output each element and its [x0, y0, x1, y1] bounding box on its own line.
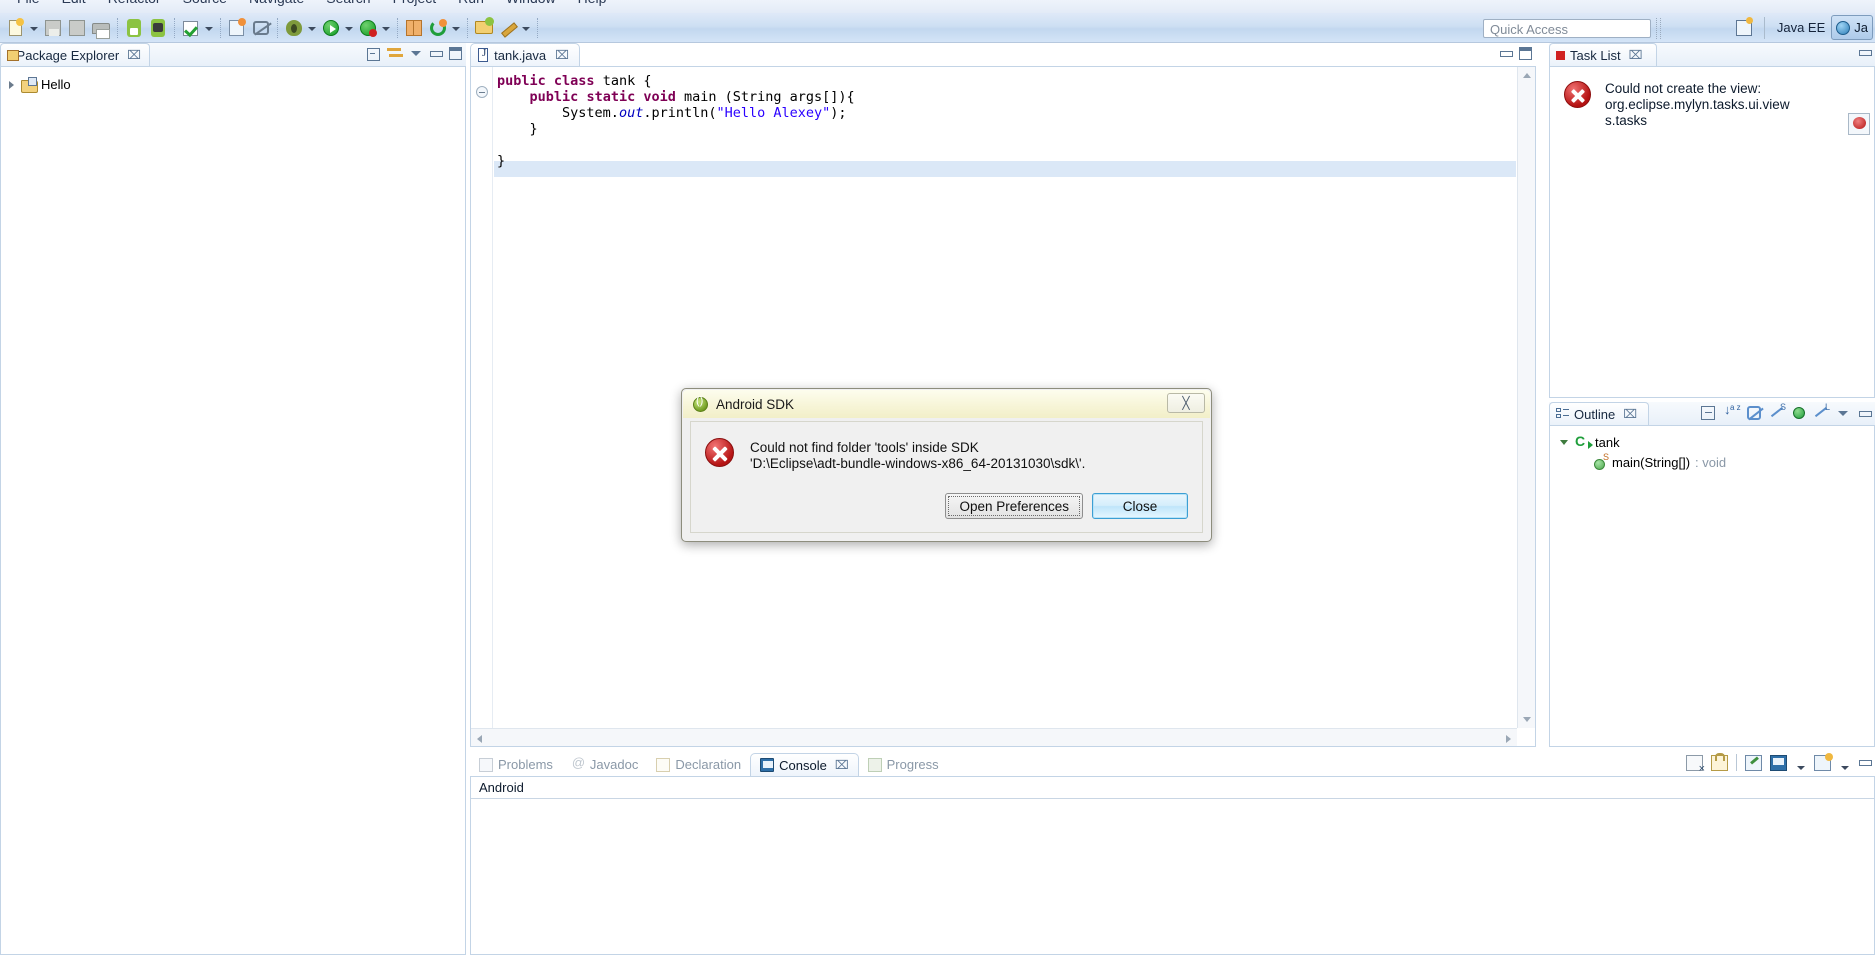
- dialog-message-row: Could not find folder 'tools' inside SDK…: [691, 422, 1202, 472]
- dialog-content: Could not find folder 'tools' inside SDK…: [690, 421, 1203, 533]
- eclipse-ide-window: FileEditRefactorSourceNavigateSearchProj…: [0, 0, 1875, 955]
- close-button[interactable]: Close: [1092, 493, 1188, 519]
- dialog-message-line-1: Could not find folder 'tools' inside SDK: [750, 440, 979, 455]
- open-preferences-button[interactable]: Open Preferences: [945, 493, 1083, 519]
- dialog-titlebar[interactable]: Android SDK: [683, 390, 1210, 418]
- error-icon: [705, 438, 734, 467]
- dialog-message: Could not find folder 'tools' inside SDK…: [750, 438, 1085, 472]
- android-sdk-icon: [693, 395, 708, 412]
- dialog-title: Android SDK: [716, 396, 795, 412]
- dialog-button-row: Open Preferences Close: [945, 493, 1188, 519]
- dialog-overlay: Android SDK ╳ Could not find folder 'too…: [0, 0, 1875, 955]
- dialog-message-line-2: 'D:\Eclipse\adt-bundle-windows-x86_64-20…: [750, 456, 1086, 471]
- android-sdk-dialog: Android SDK ╳ Could not find folder 'too…: [681, 388, 1212, 542]
- close-button[interactable]: ╳: [1167, 393, 1205, 413]
